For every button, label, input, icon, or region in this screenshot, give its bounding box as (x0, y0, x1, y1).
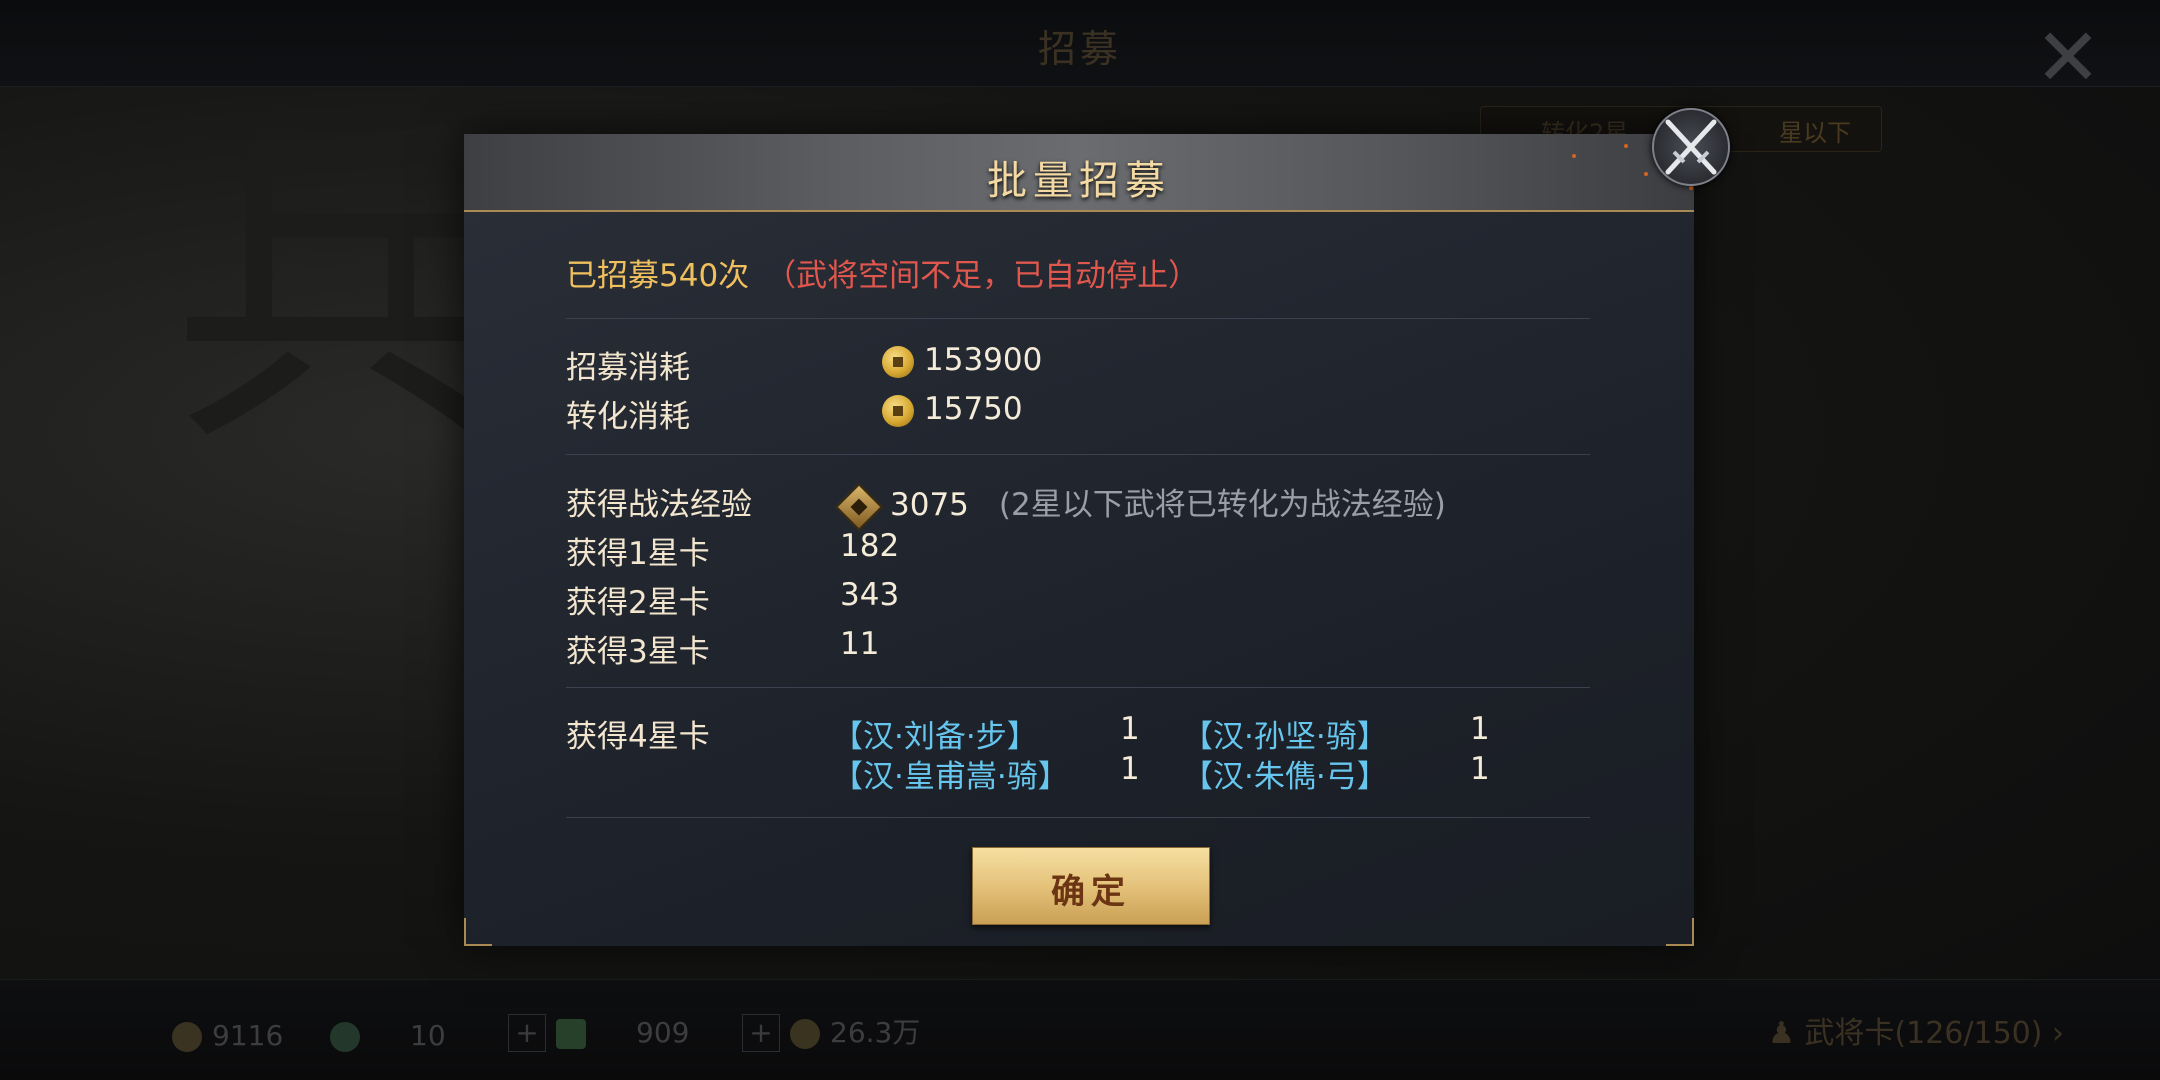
divider (566, 687, 1590, 688)
ember-decoration (1572, 154, 1576, 158)
resource-jade: 10 (330, 1019, 446, 1052)
add-token-button[interactable]: + (742, 1014, 780, 1052)
one-star-value: 182 (840, 528, 900, 564)
copper-icon (790, 1019, 820, 1049)
recruit-status: 已招募540次 （武将空间不足，已自动停止） (566, 250, 1199, 295)
four-star-label: 获得4星卡 (566, 719, 710, 755)
two-star-value: 343 (840, 577, 900, 613)
two-star-label: 获得2星卡 (566, 585, 710, 621)
divider (566, 454, 1590, 455)
general-icon: ♟ (1767, 1016, 1805, 1051)
hero-card-name[interactable]: 【汉·孙坚·骑】 (1182, 711, 1388, 756)
skill-exp-value: 3075 (2星以下武将已转化为战法经验) (834, 479, 1446, 531)
corner-ornament (1666, 918, 1694, 946)
hero-card-name[interactable]: 【汉·朱儁·弓】 (1182, 751, 1388, 796)
resource-token: +909 (508, 1014, 689, 1052)
resource-bar: 9116 10 +909 +26.3万 ♟ 武将卡(126/150) › (0, 979, 2160, 1080)
convert-cost-value: 15750 (882, 391, 1023, 427)
dialog-header: 批量招募 (464, 134, 1694, 212)
hero-card-name[interactable]: 【汉·刘备·步】 (832, 711, 1038, 756)
ember-decoration (1644, 172, 1648, 176)
skill-exp-note: (2星以下武将已转化为战法经验) (998, 487, 1446, 523)
dialog-title: 批量招募 (987, 158, 1171, 204)
screen-close-icon[interactable]: ✕ (2028, 18, 2108, 98)
add-jade-button[interactable]: + (508, 1014, 546, 1052)
divider (566, 817, 1590, 818)
recruit-cost-label: 招募消耗 (566, 350, 690, 386)
close-dialog-button[interactable] (1652, 108, 1730, 186)
corner-ornament (464, 918, 492, 946)
hero-card-count: 1 (1120, 751, 1140, 787)
skill-exp-label: 获得战法经验 (566, 487, 752, 523)
copper-coin-icon (882, 345, 914, 378)
confirm-button-label: 确定 (1051, 872, 1131, 912)
three-star-value: 11 (840, 626, 880, 662)
general-card-count[interactable]: ♟ 武将卡(126/150) › (1768, 1008, 2064, 1052)
screen-title: 招募 (1037, 27, 1122, 71)
one-star-label: 获得1星卡 (566, 536, 710, 572)
hero-card-count: 1 (1470, 711, 1490, 747)
token-icon (556, 1019, 586, 1049)
resource-grain: 9116 (172, 1019, 283, 1052)
chevron-right-icon: › (2042, 1016, 2064, 1051)
skill-exp-icon (834, 482, 884, 531)
hero-card-name[interactable]: 【汉·皇甫嵩·骑】 (832, 751, 1069, 796)
recruit-count-text: 已招募540次 (566, 258, 750, 294)
jade-icon (330, 1022, 360, 1052)
ember-decoration (1624, 144, 1628, 148)
hero-card-count: 1 (1470, 751, 1490, 787)
top-bar: 招募 ✕ (0, 0, 2160, 98)
three-star-label: 获得3星卡 (566, 634, 710, 670)
copper-coin-icon (882, 394, 914, 427)
confirm-button[interactable]: 确定 (972, 847, 1210, 925)
auto-stop-warning: （武将空间不足，已自动停止） (765, 258, 1200, 294)
convert-cost-label: 转化消耗 (566, 399, 690, 435)
resource-copper: +26.3万 (742, 1011, 920, 1052)
crossed-swords-icon (1665, 119, 1717, 175)
recruit-cost-value: 153900 (882, 342, 1042, 378)
divider (566, 318, 1590, 319)
grain-icon (172, 1022, 202, 1052)
convert-toggle-option: 星以下 (1779, 119, 1851, 147)
hero-card-count: 1 (1120, 711, 1140, 747)
batch-recruit-dialog: 批量招募 已招募540次 （武将空间不足，已自动停止） 招募消耗 153900 转… (464, 134, 1694, 946)
